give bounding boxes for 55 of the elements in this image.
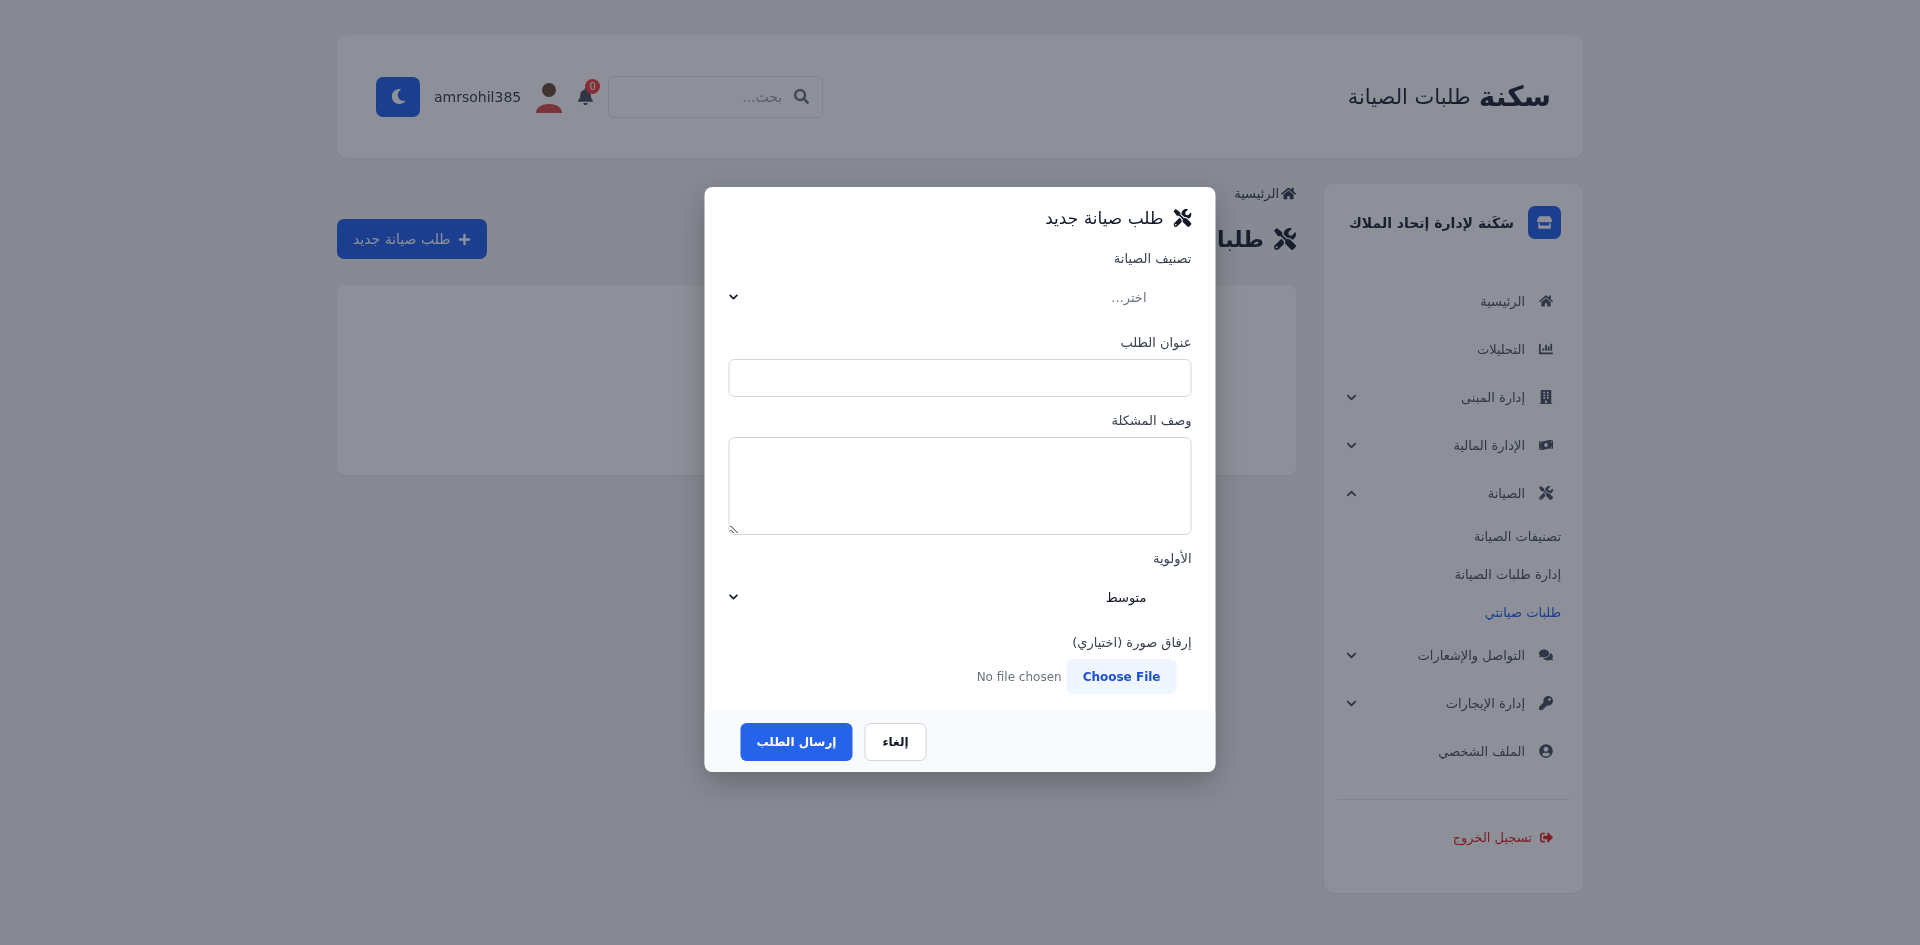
sidebar-item[interactable]: الرئيسية (1346, 277, 1561, 325)
nav-icon (1539, 486, 1553, 500)
sidebar-subitem[interactable]: تصنيفات الصيانة (1346, 517, 1561, 555)
textarea-field[interactable] (728, 437, 1192, 535)
nav-icon (1539, 342, 1553, 356)
sidebar-item[interactable]: التواصل والإشعارات (1346, 631, 1561, 679)
chevron-down-icon (728, 592, 739, 602)
avatar-icon (535, 80, 564, 113)
field-label: إرفاق صورة (اختياري) (1071, 635, 1192, 651)
new-request-button[interactable]: طلب صيانة جديد (337, 219, 488, 259)
sidebar-item[interactable]: التحليلات (1346, 325, 1561, 373)
theme-toggle-button[interactable] (376, 76, 420, 117)
field-label: وصف المشكلة (1110, 413, 1192, 429)
cancel-button[interactable]: إلغاء (864, 722, 927, 761)
sidebar-item[interactable]: الصيانة (1346, 469, 1561, 517)
breadcrumb-link[interactable]: الرئيسية (1234, 185, 1279, 201)
username[interactable]: amrsohil385 (434, 88, 522, 105)
file-status: No file chosen (976, 669, 1062, 684)
sidebar-item[interactable]: الملف الشخصي (1346, 727, 1561, 775)
logout-icon (1540, 831, 1553, 844)
modal-title: طلب صيانة جديد (1045, 208, 1164, 228)
sidebar-subitem[interactable]: طلبات صيانتي (1346, 593, 1561, 631)
tools-icon (1173, 209, 1192, 227)
nav-icon (1539, 744, 1553, 758)
chevron-down-icon (728, 292, 739, 302)
nav-icon (1539, 390, 1553, 404)
plus-icon (458, 232, 472, 246)
field-label: الأولوية (1151, 551, 1192, 567)
submit-button[interactable]: إرسال الطلب (740, 722, 853, 761)
sidebar-item[interactable]: إدارة المبنى (1346, 373, 1561, 421)
sidebar-item[interactable]: إدارة الإيجارات (1346, 679, 1561, 727)
sidebar-subitem[interactable]: إدارة طلبات الصيانة (1346, 555, 1561, 593)
page-title: طلبا (1217, 226, 1264, 252)
field-label: عنوان الطلب (1119, 335, 1192, 351)
logo: سكنة (1478, 80, 1551, 113)
moon-icon (390, 89, 406, 104)
bell-icon[interactable] (577, 88, 595, 105)
field-label: تصنيف الصيانة (1112, 251, 1192, 267)
tools-icon (1274, 228, 1296, 250)
select-field[interactable]: اختر... (728, 275, 1192, 319)
nav-icon (1539, 438, 1553, 452)
search-icon (794, 88, 810, 104)
sidebar-item[interactable]: الإدارة المالية (1346, 421, 1561, 469)
store-icon (1528, 206, 1561, 239)
input-field[interactable] (728, 359, 1192, 397)
logout-link[interactable]: تسجيل الخروج (1452, 830, 1532, 845)
sidebar-brand: سَكَنة لإدارة إتحاد الملاك (1349, 214, 1514, 231)
nav-icon (1539, 696, 1553, 710)
nav-icon (1539, 648, 1553, 662)
header-title: طلبات الصيانة (1347, 84, 1471, 109)
choose-file-button[interactable]: Choose File (1066, 659, 1177, 694)
nav-icon (1539, 294, 1553, 308)
home-icon (1281, 185, 1296, 201)
notification-badge: 0 (585, 79, 601, 94)
select-field[interactable]: متوسط (728, 575, 1192, 619)
